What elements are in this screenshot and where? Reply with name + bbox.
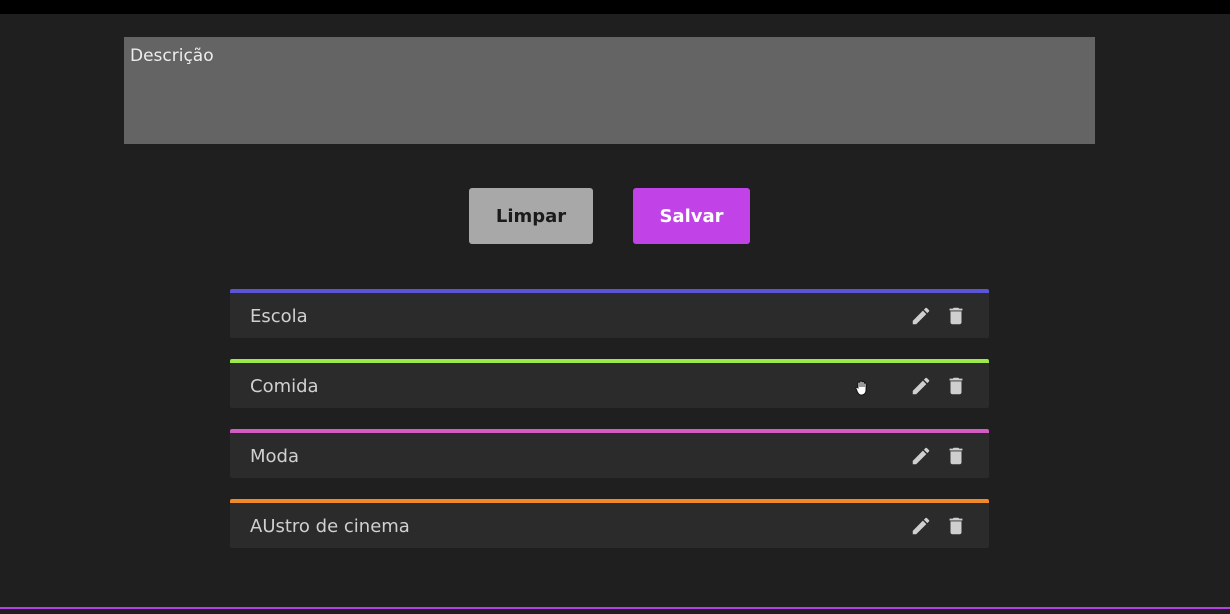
trash-icon[interactable] — [945, 445, 967, 467]
trash-icon[interactable] — [945, 305, 967, 327]
category-name: AUstro de cinema — [250, 516, 410, 537]
hand-cursor-icon — [855, 380, 867, 396]
pencil-icon[interactable] — [910, 375, 932, 397]
category-item-comida: Comida — [230, 359, 989, 408]
bottom-accent-line — [0, 607, 1230, 609]
category-list: Escola Comida Moda AUstro de cinema — [230, 289, 989, 569]
category-actions — [910, 445, 967, 467]
trash-icon[interactable] — [945, 375, 967, 397]
category-item-escola: Escola — [230, 289, 989, 338]
save-button[interactable]: Salvar — [633, 188, 750, 244]
pencil-icon[interactable] — [910, 515, 932, 537]
category-actions — [910, 305, 967, 327]
top-bar — [0, 0, 1230, 14]
category-actions — [910, 375, 967, 397]
pencil-icon[interactable] — [910, 445, 932, 467]
clear-button[interactable]: Limpar — [469, 188, 593, 244]
category-name: Comida — [250, 376, 319, 397]
description-textarea[interactable] — [124, 37, 1095, 144]
category-item-moda: Moda — [230, 429, 989, 478]
category-name: Escola — [250, 306, 308, 327]
pencil-icon[interactable] — [910, 305, 932, 327]
category-actions — [910, 515, 967, 537]
category-item-austro-de-cinema: AUstro de cinema — [230, 499, 989, 548]
category-name: Moda — [250, 446, 299, 467]
trash-icon[interactable] — [945, 515, 967, 537]
